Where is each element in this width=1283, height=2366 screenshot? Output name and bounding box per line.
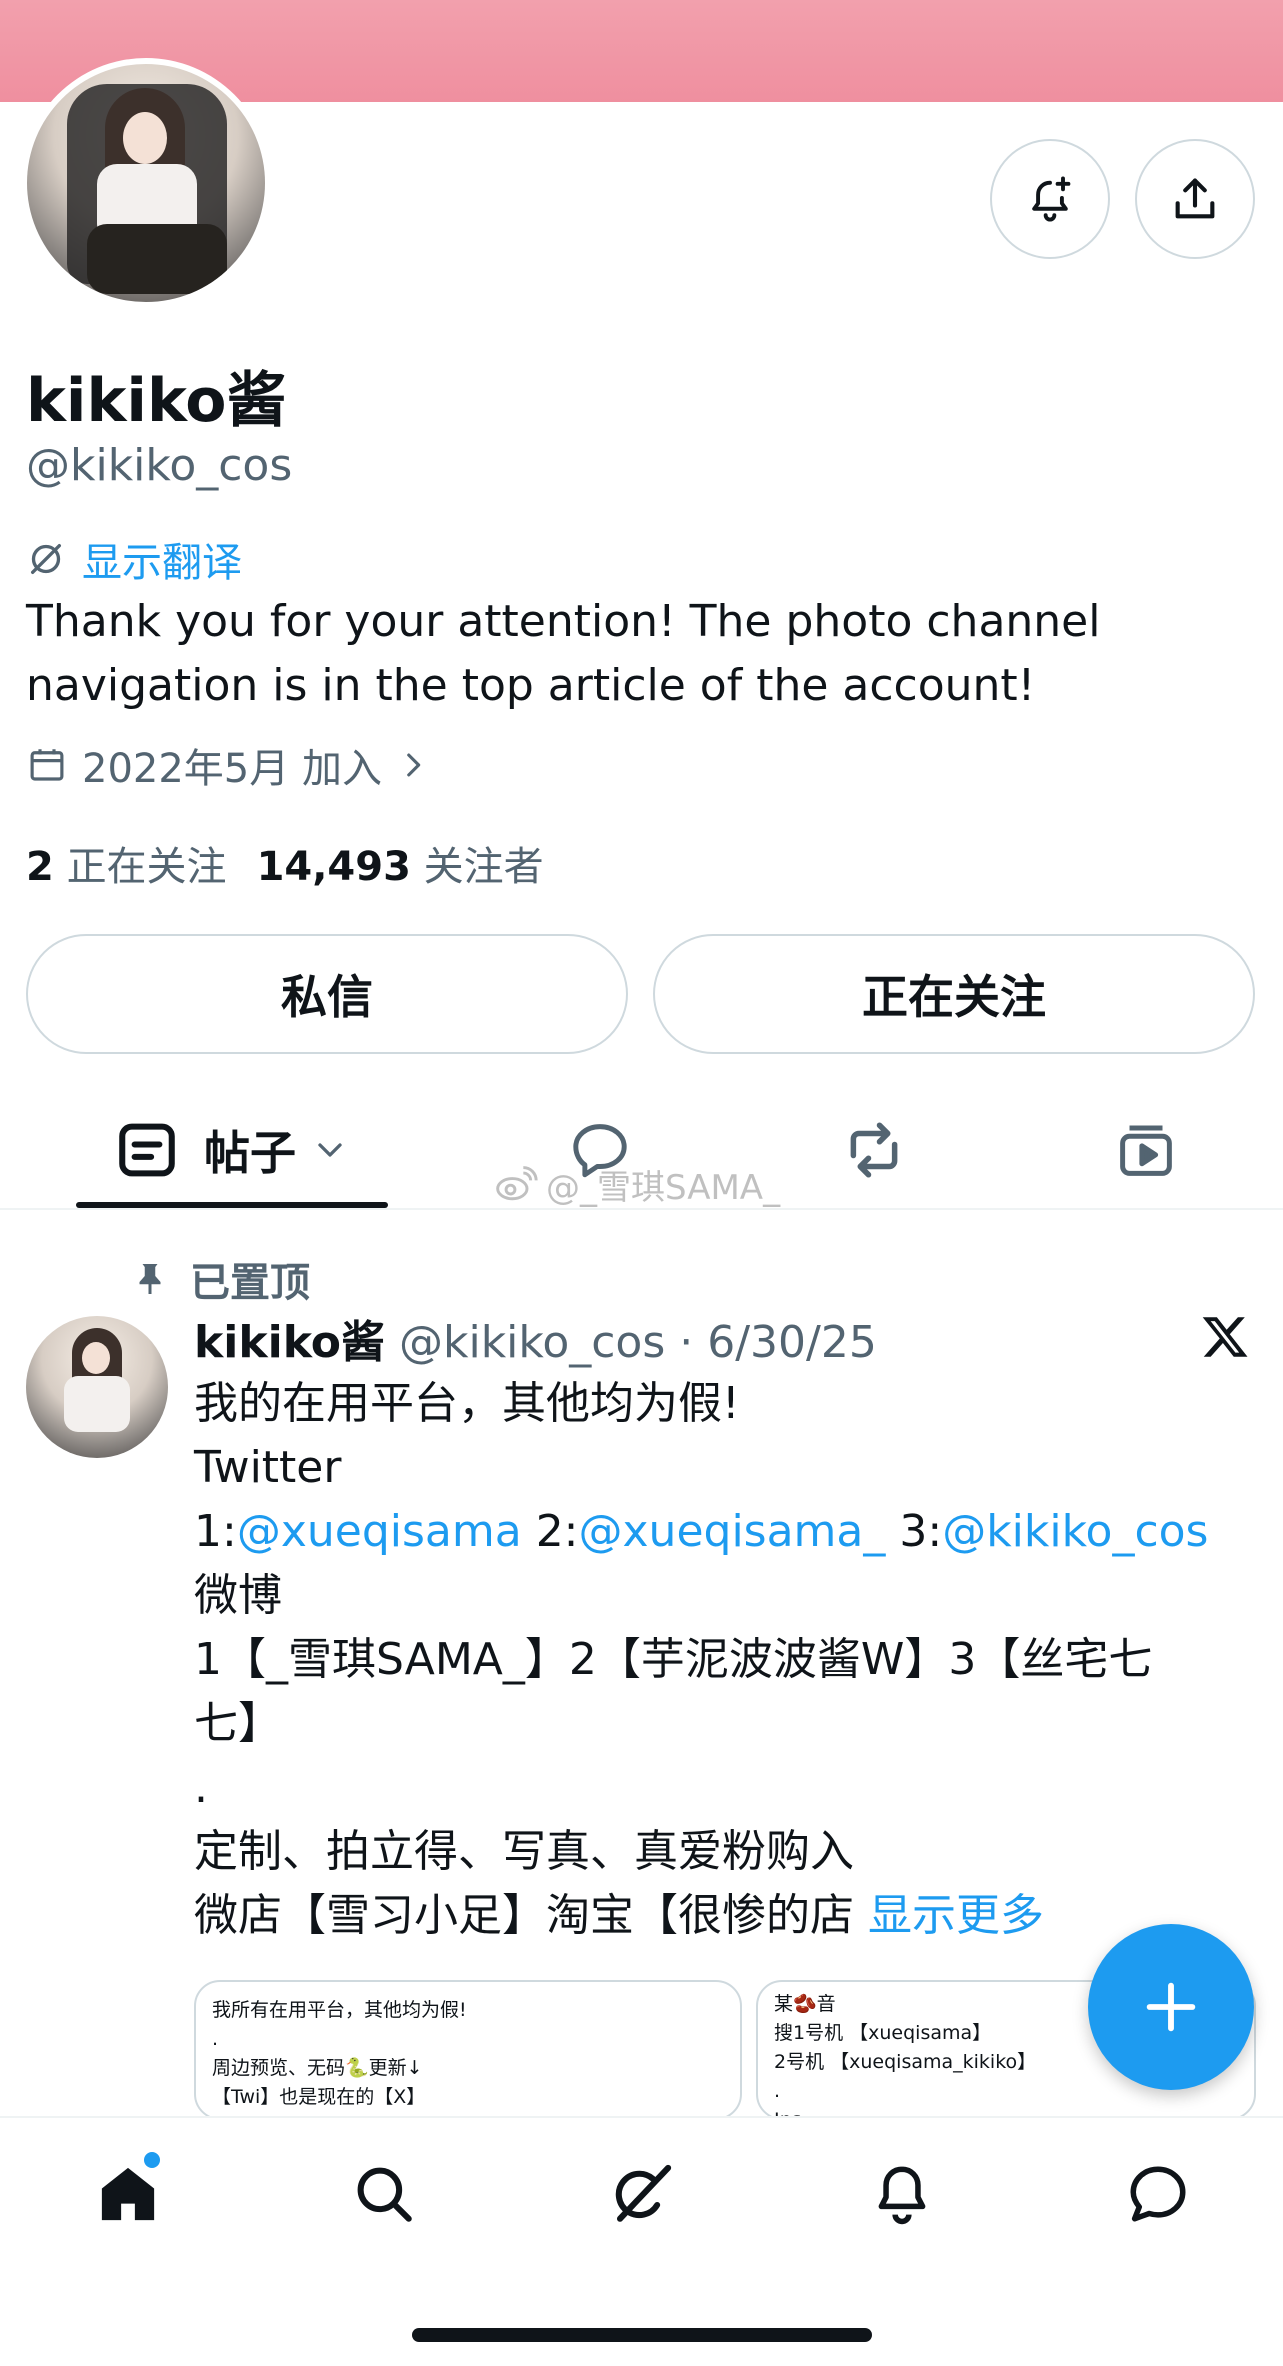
profile-avatar[interactable] <box>21 58 271 308</box>
post-line: . <box>194 1762 208 1813</box>
post-author-name[interactable]: kikiko酱 <box>194 1306 385 1370</box>
post-text-span: 1: <box>194 1506 237 1557</box>
following-button[interactable]: 正在关注 <box>653 934 1255 1054</box>
tab-media[interactable] <box>1086 1090 1206 1210</box>
grok-icon <box>615 2164 672 2222</box>
translate-link[interactable]: 显示翻译 <box>26 530 242 588</box>
card-line: 【Twi】也是现在的【X】 <box>212 2086 426 2108</box>
mention-link[interactable]: @kikiko_cos <box>942 1506 1208 1557</box>
post-meta: @kikiko_cos · 6/30/25 <box>399 1317 877 1368</box>
home-badge-dot <box>144 2152 160 2168</box>
following-label: 正在关注 <box>66 844 227 890</box>
tab-posts-label: 帖子 <box>204 1126 296 1180</box>
translate-label: 显示翻译 <box>82 540 242 586</box>
post-line: 微店【雪习小足】淘宝【很惨的店 显示更多 <box>194 1884 1244 1948</box>
post-line: 定制、拍立得、写真、真爱粉购入 <box>194 1826 854 1877</box>
bio-line: navigation is in the top article of the … <box>26 660 1036 711</box>
nav-notifications[interactable] <box>862 2154 942 2234</box>
compose-button[interactable] <box>1088 1924 1254 2090</box>
tab-posts[interactable]: 帖子 <box>76 1090 388 1210</box>
follow-stats: 2 正在关注 14,493 关注者 <box>26 834 544 892</box>
share-button[interactable] <box>1135 139 1255 259</box>
followers-count: 14,493 <box>256 844 411 890</box>
media-icon <box>1120 1125 1172 1176</box>
card-line: 周边预览、无码🐍更新↓ <box>212 2057 423 2079</box>
post-text-span: 3: <box>885 1506 943 1557</box>
watermark-text: @_雪琪SAMA_ <box>546 1168 781 1208</box>
home-indicator <box>412 2328 872 2342</box>
post-line: 1:@xueqisama 2:@xueqisama_ 3:@kikiko_cos <box>194 1500 1244 1564</box>
post-avatar[interactable] <box>26 1316 168 1458</box>
post-header: kikiko酱 @kikiko_cos · 6/30/25 <box>194 1306 877 1370</box>
tab-reposts[interactable] <box>814 1090 934 1210</box>
card-line: 我所有在用平台，其他均为假! <box>212 1999 467 2021</box>
search-icon <box>357 2167 412 2222</box>
chat-icon <box>1130 2166 1186 2222</box>
joined-date[interactable]: 2022年5月 加入 <box>26 736 430 794</box>
following-stat[interactable]: 2 正在关注 <box>26 834 227 892</box>
display-name: kikiko酱 <box>26 366 287 436</box>
post-line: 我的在用平台，其他均为假! <box>194 1378 740 1429</box>
x-logo-icon <box>1202 1317 1248 1357</box>
handle: @kikiko_cos <box>26 440 293 491</box>
mention-link[interactable]: @xueqisama <box>237 1506 522 1557</box>
post-text-span: 微店【雪习小足】淘宝【很惨的店 <box>194 1890 854 1941</box>
post-text-span: 2: <box>521 1506 579 1557</box>
notify-button[interactable] <box>990 139 1110 259</box>
joined-label: 2022年5月 加入 <box>82 746 382 792</box>
following-count: 2 <box>26 844 54 890</box>
followers-stat[interactable]: 14,493 关注者 <box>257 834 544 892</box>
pinned-indicator: 已置顶 <box>132 1250 310 1308</box>
nav-grok[interactable] <box>602 2154 682 2234</box>
pin-icon <box>139 1264 161 1294</box>
weibo-watermark: @_雪琪SAMA_ <box>494 1160 780 1209</box>
post-line: Twitter <box>194 1442 342 1493</box>
post-text[interactable]: 我的在用平台，其他均为假! Twitter 1:@xueqisama 2:@xu… <box>194 1372 1244 1948</box>
post-line: 七】 <box>194 1698 282 1749</box>
repost-icon <box>850 1122 898 1178</box>
calendar-icon <box>30 749 64 781</box>
bell-plus-icon <box>1032 176 1071 222</box>
bio-line: Thank you for your attention! The photo … <box>26 596 1101 647</box>
share-icon <box>1175 178 1215 219</box>
home-icon <box>101 2167 155 2221</box>
message-button[interactable]: 私信 <box>26 934 628 1054</box>
show-more-link[interactable]: 显示更多 <box>868 1890 1044 1941</box>
mention-link[interactable]: @xueqisama_ <box>579 1506 886 1557</box>
post-line: 1【_雪琪SAMA_】2【芋泥波波酱W】3【丝宅七 <box>194 1634 1153 1685</box>
posts-icon <box>119 1123 175 1177</box>
nav-messages[interactable] <box>1118 2154 1198 2234</box>
translate-icon <box>30 544 61 574</box>
nav-search[interactable] <box>344 2154 424 2234</box>
followers-label: 关注者 <box>423 844 544 890</box>
bell-icon <box>878 2166 926 2225</box>
card-line: . <box>212 2028 219 2050</box>
chevron-down-icon <box>318 1143 342 1157</box>
active-tab-indicator <box>76 1202 388 1208</box>
chevron-right-icon <box>407 753 421 777</box>
post-line: 微博 <box>194 1570 282 1621</box>
post-image-card[interactable]: 我所有在用平台，其他均为假! . 周边预览、无码🐍更新↓ 【Twi】也是现在的【… <box>194 1980 742 2120</box>
profile-bio: Thank you for your attention! The photo … <box>26 590 1246 718</box>
weibo-icon <box>496 1165 538 1200</box>
pinned-label: 已置顶 <box>190 1260 310 1306</box>
plus-icon <box>1146 1982 1196 2032</box>
